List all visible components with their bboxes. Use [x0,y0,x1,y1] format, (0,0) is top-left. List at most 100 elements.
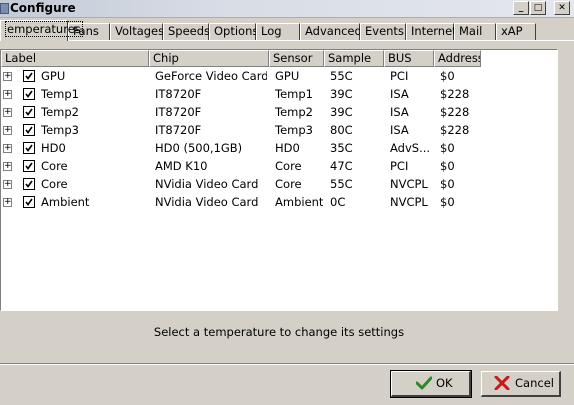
list-header: Label Chip Sensor Sample BUS Address [1,50,557,67]
column-header-chip[interactable]: Chip [149,50,269,67]
minimize-button[interactable]: _ [513,1,529,15]
row-checkbox[interactable] [23,106,35,118]
cell-sensor: HD0 [275,141,300,155]
table-row[interactable]: + Ambient NVidia Video Card Ambient 0C NVCPL $… [1,193,557,211]
cell-sample: 55C [330,69,353,83]
cell-chip: IT8720F [155,87,202,101]
row-checkbox[interactable] [23,124,35,136]
tab-mail[interactable]: Mail [454,23,496,40]
column-header-bus[interactable]: BUS [384,50,434,67]
cell-sample: 39C [330,105,353,119]
table-row[interactable]: + Temp3 IT8720F Temp3 80C ISA $228 [1,121,557,139]
table-row[interactable]: + HD0 HD0 (500,1GB) HD0 35C AdvS... $0 [1,139,557,157]
checkmark-icon [25,162,33,170]
expand-icon[interactable]: + [3,198,12,207]
bottom-divider [0,363,574,365]
cell-address: $0 [440,141,455,155]
tab-log[interactable]: Log [256,23,300,40]
red-x-icon [494,376,510,390]
row-checkbox[interactable] [23,88,35,100]
window-title: Configure [10,1,76,15]
cell-bus: PCI [390,69,409,83]
tab-events[interactable]: Events [360,23,406,40]
table-row[interactable]: + Core NVidia Video Card Core 55C NVCPL $0 [1,175,557,193]
expand-icon[interactable]: + [3,108,12,117]
expand-icon[interactable]: + [3,162,12,171]
sensor-list[interactable]: Label Chip Sensor Sample BUS Address + GP… [0,49,558,311]
cell-chip: GeForce Video Card [155,69,267,83]
ok-button-label: OK [436,376,453,390]
cell-bus: ISA [390,87,409,101]
table-row[interactable]: + Core AMD K10 Core 47C PCI $0 [1,157,557,175]
cell-sample: 35C [330,141,353,155]
cell-sensor: Ambient [275,195,323,209]
column-header-address[interactable]: Address [434,50,481,67]
cell-address: $228 [440,87,470,101]
cell-chip: NVidia Video Card [155,195,259,209]
row-checkbox[interactable] [23,70,35,82]
app-icon [0,3,9,14]
tab-internet[interactable]: Internet [406,23,457,40]
cell-chip: IT8720F [155,123,202,137]
tab-xap[interactable]: xAP [496,23,536,40]
expand-icon[interactable]: + [3,180,12,189]
checkmark-icon [25,144,33,152]
row-checkbox[interactable] [23,160,35,172]
tab-voltages[interactable]: Voltages [110,23,164,40]
cancel-button[interactable]: Cancel [481,371,561,397]
tab-strip: emperatures Fans Voltages Speeds Options… [0,20,574,41]
expand-icon[interactable]: + [3,126,12,135]
table-row[interactable]: + GPU GeForce Video Card GPU 55C PCI $0 [1,67,557,85]
cell-sensor: GPU [275,69,300,83]
cell-label: Temp1 [41,87,79,101]
row-checkbox[interactable] [23,196,35,208]
cell-address: $0 [440,69,455,83]
cell-address: $0 [440,159,455,173]
cell-label: Temp2 [41,105,79,119]
expand-icon[interactable]: + [3,90,12,99]
cell-sensor: Core [275,177,302,191]
cell-sample: 39C [330,87,353,101]
cancel-button-label: Cancel [515,376,554,390]
cell-bus: ISA [390,123,409,137]
row-checkbox[interactable] [23,142,35,154]
cell-address: $0 [440,177,455,191]
cell-sensor: Temp3 [275,123,313,137]
tab-options[interactable]: Options [209,23,258,40]
column-header-sample[interactable]: Sample [324,50,384,67]
cell-bus: AdvS... [390,141,431,155]
expand-icon[interactable]: + [3,144,12,153]
cell-sensor: Core [275,159,302,173]
table-row[interactable]: + Temp1 IT8720F Temp1 39C ISA $228 [1,85,557,103]
column-header-label[interactable]: Label [1,50,149,67]
checkmark-icon [25,126,33,134]
close-button[interactable]: ✕ [554,1,570,15]
cell-chip: NVidia Video Card [155,177,259,191]
cell-bus: NVCPL [390,177,428,191]
row-checkbox[interactable] [23,178,35,190]
cell-chip: IT8720F [155,105,202,119]
status-message: Select a temperature to change its setti… [153,325,405,339]
cell-address: $228 [440,123,470,137]
column-header-sensor[interactable]: Sensor [269,50,324,67]
checkmark-icon [25,90,33,98]
tab-strip-divider [0,40,574,41]
table-row[interactable]: + Temp2 IT8720F Temp2 39C ISA $228 [1,103,557,121]
checkmark-icon [25,180,33,188]
cell-label: Ambient [41,195,90,209]
cell-label: GPU [41,69,66,83]
cell-chip: HD0 (500,1GB) [155,141,243,155]
cell-address: $0 [440,195,455,209]
tab-temperatures[interactable]: emperatures [0,20,83,41]
checkmark-icon [25,72,33,80]
cell-sensor: Temp1 [275,87,313,101]
cell-label: Core [41,177,68,191]
checkmark-icon [416,376,432,390]
tab-advanced[interactable]: Advanced [300,23,362,40]
maximize-button[interactable]: □ [530,1,546,15]
cell-sample: 80C [330,123,353,137]
tab-speeds[interactable]: Speeds [163,23,210,40]
cell-chip: AMD K10 [155,159,208,173]
expand-icon[interactable]: + [3,72,12,81]
ok-button[interactable]: OK [390,370,472,398]
